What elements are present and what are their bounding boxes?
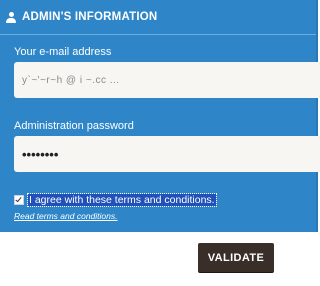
read-terms-link[interactable]: Read terms and conditions.: [14, 211, 117, 221]
terms-agree-label[interactable]: I agree with these terms and conditions.: [27, 193, 217, 207]
panel-title: ADMIN'S INFORMATION: [22, 11, 158, 23]
user-icon: [6, 11, 16, 23]
admin-info-panel: ADMIN'S INFORMATION Your e-mail address …: [0, 0, 320, 232]
terms-checkbox[interactable]: [14, 195, 24, 205]
validate-button[interactable]: VALIDATE: [198, 243, 274, 272]
terms-agreement: I agree with these terms and conditions.: [14, 193, 217, 207]
password-label: Administration password: [14, 120, 134, 132]
password-field[interactable]: ••••••••: [14, 136, 320, 172]
panel-header: ADMIN'S INFORMATION: [0, 0, 316, 35]
email-label: Your e-mail address: [14, 46, 112, 58]
email-field[interactable]: y`~'~r~h @ i ~.cc ...: [14, 62, 320, 98]
